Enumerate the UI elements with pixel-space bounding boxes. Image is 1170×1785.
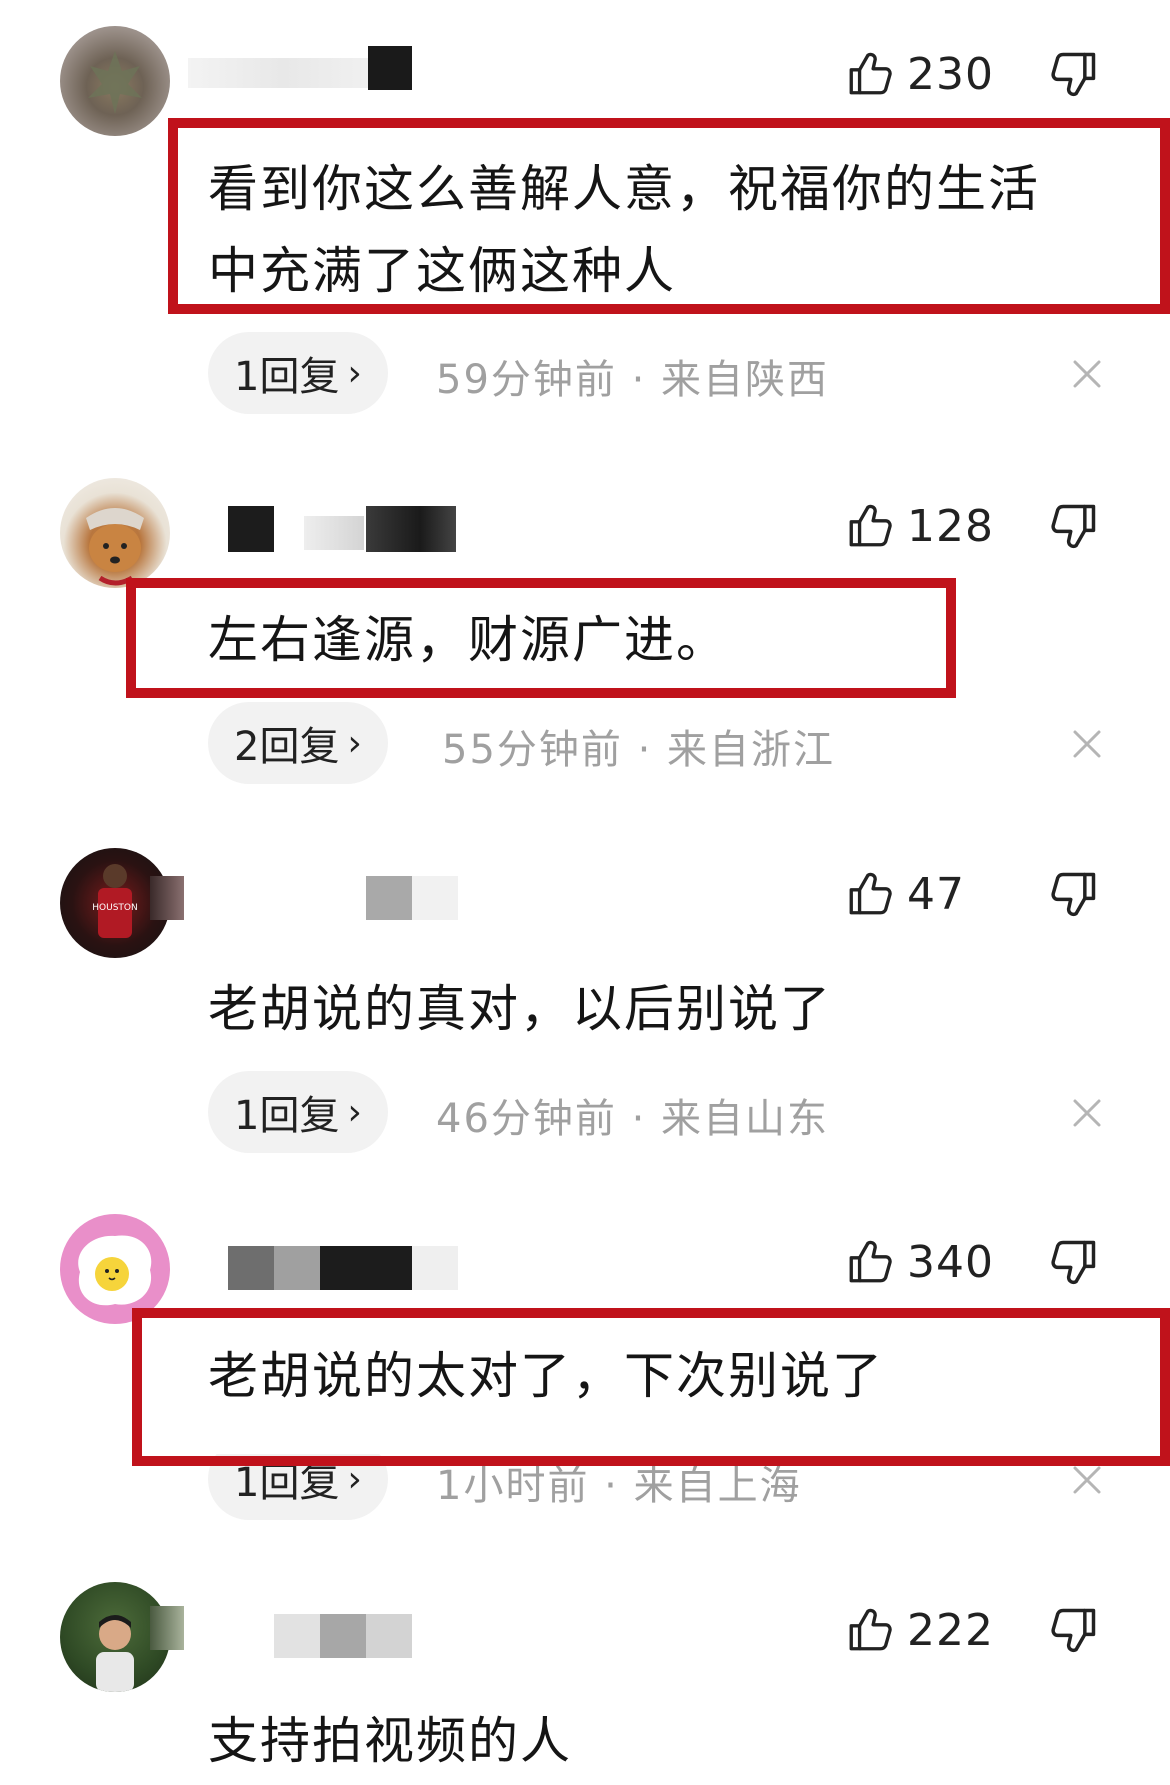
username-redacted-block <box>228 506 274 552</box>
username-redacted <box>274 1614 320 1658</box>
like-count: 128 <box>907 500 994 552</box>
like-button[interactable]: 340 <box>845 1232 994 1292</box>
username-redacted <box>320 1614 366 1658</box>
comment-meta: 46分钟前 · 来自山东 <box>436 1096 830 1142</box>
username-redacted <box>304 516 364 550</box>
thumbs-up-outline-icon <box>845 501 895 551</box>
thumbs-up-outline-icon <box>845 1605 895 1655</box>
username-redacted <box>188 58 378 88</box>
leaf-icon <box>88 51 142 114</box>
reply-button[interactable]: 1回复 › <box>208 1071 388 1153</box>
like-count: 222 <box>907 1604 994 1656</box>
close-icon[interactable] <box>1070 1463 1104 1497</box>
thumbs-down-outline-icon[interactable] <box>1048 500 1100 552</box>
chevron-right-icon: › <box>347 1091 362 1133</box>
thumbs-up-outline-icon <box>845 869 895 919</box>
like-button[interactable]: 47 <box>845 864 965 924</box>
username-redacted <box>150 876 184 920</box>
reply-label: 1回复 <box>234 354 340 400</box>
username-redacted-block <box>368 46 412 90</box>
comment-meta: 59分钟前 · 来自陕西 <box>436 357 830 403</box>
reply-label: 1回复 <box>234 1093 340 1139</box>
like-count: 340 <box>907 1236 994 1288</box>
close-icon[interactable] <box>1070 727 1104 761</box>
username-redacted <box>228 1246 274 1290</box>
username-redacted <box>366 1614 412 1658</box>
thumbs-down-outline-icon[interactable] <box>1048 868 1100 920</box>
comment-meta: 55分钟前 · 来自浙江 <box>442 727 836 773</box>
thumbs-up-outline-icon <box>845 1237 895 1287</box>
thumbs-down-outline-icon[interactable] <box>1048 48 1100 100</box>
username-redacted <box>274 1246 320 1290</box>
close-icon[interactable] <box>1070 357 1104 391</box>
reply-button[interactable]: 2回复 › <box>208 702 388 784</box>
like-button[interactable]: 230 <box>845 44 994 104</box>
avatar[interactable] <box>60 478 170 588</box>
username-redacted <box>366 876 412 920</box>
highlight-box <box>126 578 956 698</box>
comment-text-line: 支持拍视频的人 <box>208 1712 572 1770</box>
avatar[interactable] <box>60 26 170 136</box>
reply-label: 2回复 <box>234 724 340 770</box>
close-icon[interactable] <box>1070 1096 1104 1130</box>
username-redacted <box>412 876 458 920</box>
username-redacted <box>412 1246 458 1290</box>
username-redacted <box>150 1606 184 1650</box>
username-redacted-block <box>366 506 456 552</box>
comment-item: 230 看到你这么善解人意，祝福你的生活 中充满了这俩这种人 1回复 › 59分… <box>0 0 1170 420</box>
like-button[interactable]: 128 <box>845 496 994 556</box>
highlight-box <box>168 118 1170 314</box>
highlight-box <box>132 1308 1170 1466</box>
comment-text-line: 老胡说的真对，以后别说了 <box>208 980 832 1038</box>
thumbs-down-outline-icon[interactable] <box>1048 1236 1100 1288</box>
username-redacted-block <box>320 1246 412 1290</box>
comment-text: 支持拍视频的人 <box>208 1700 572 1782</box>
svg-text:HOUSTON: HOUSTON <box>92 903 137 913</box>
chevron-right-icon: › <box>347 722 362 764</box>
thumbs-down-outline-icon[interactable] <box>1048 1604 1100 1656</box>
comment-text: 老胡说的真对，以后别说了 <box>208 968 832 1050</box>
like-count: 47 <box>907 868 965 920</box>
dog-icon <box>86 508 144 586</box>
chevron-right-icon: › <box>347 352 362 394</box>
thumbs-up-outline-icon <box>845 49 895 99</box>
like-button[interactable]: 222 <box>845 1600 994 1660</box>
reply-button[interactable]: 1回复 › <box>208 332 388 414</box>
like-count: 230 <box>907 48 994 100</box>
